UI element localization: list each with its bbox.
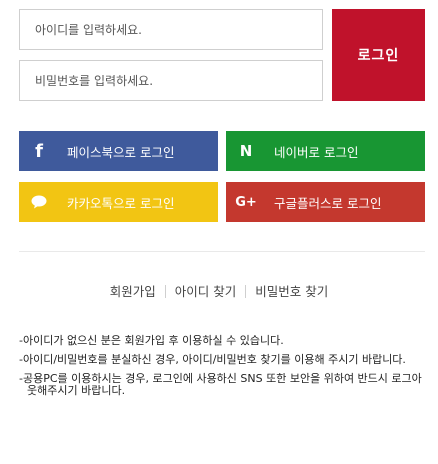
- notice-list: -아이디가 없으신 분은 회원가입 후 이용하실 수 있습니다. -아이디/비밀…: [19, 335, 425, 404]
- facebook-login-label: 페이스북으로 로그인: [67, 144, 175, 160]
- notice-item: -아이디/비밀번호를 분실하신 경우, 아이디/비밀번호 찾기를 이용해 주시기…: [19, 353, 406, 366]
- facebook-login-button[interactable]: f 페이스북으로 로그인: [19, 131, 218, 171]
- kakao-talk-icon: [19, 182, 59, 222]
- find-id-link[interactable]: 아이디 찾기: [175, 284, 236, 299]
- find-password-link[interactable]: 비밀번호 찾기: [255, 284, 328, 299]
- account-links: 회원가입 아이디 찾기 비밀번호 찾기: [0, 281, 438, 300]
- password-input[interactable]: [19, 60, 323, 101]
- naver-login-button[interactable]: N 네이버로 로그인: [226, 131, 425, 171]
- kakao-login-label: 카카오톡으로 로그인: [67, 195, 175, 211]
- notice-item: -공용PC를 이용하시는 경우, 로그인에 사용하신 SNS 또한 보안을 위하…: [19, 372, 422, 397]
- link-separator: [245, 285, 247, 298]
- id-input[interactable]: [19, 9, 323, 50]
- divider: [19, 251, 425, 252]
- naver-login-label: 네이버로 로그인: [274, 144, 359, 160]
- notice-item: -아이디가 없으신 분은 회원가입 후 이용하실 수 있습니다.: [19, 334, 284, 347]
- google-plus-icon: G+: [235, 194, 257, 210]
- kakao-login-button[interactable]: 카카오톡으로 로그인: [19, 182, 218, 222]
- link-separator: [164, 285, 166, 298]
- login-button[interactable]: 로그인: [332, 9, 425, 101]
- signup-link[interactable]: 회원가입: [110, 284, 156, 299]
- google-login-label: 구글플러스로 로그인: [274, 195, 382, 211]
- login-form: 로그인: [19, 9, 425, 101]
- facebook-icon: f: [19, 131, 59, 171]
- naver-icon: N: [239, 142, 253, 160]
- google-login-button[interactable]: G+ 구글플러스로 로그인: [226, 182, 425, 222]
